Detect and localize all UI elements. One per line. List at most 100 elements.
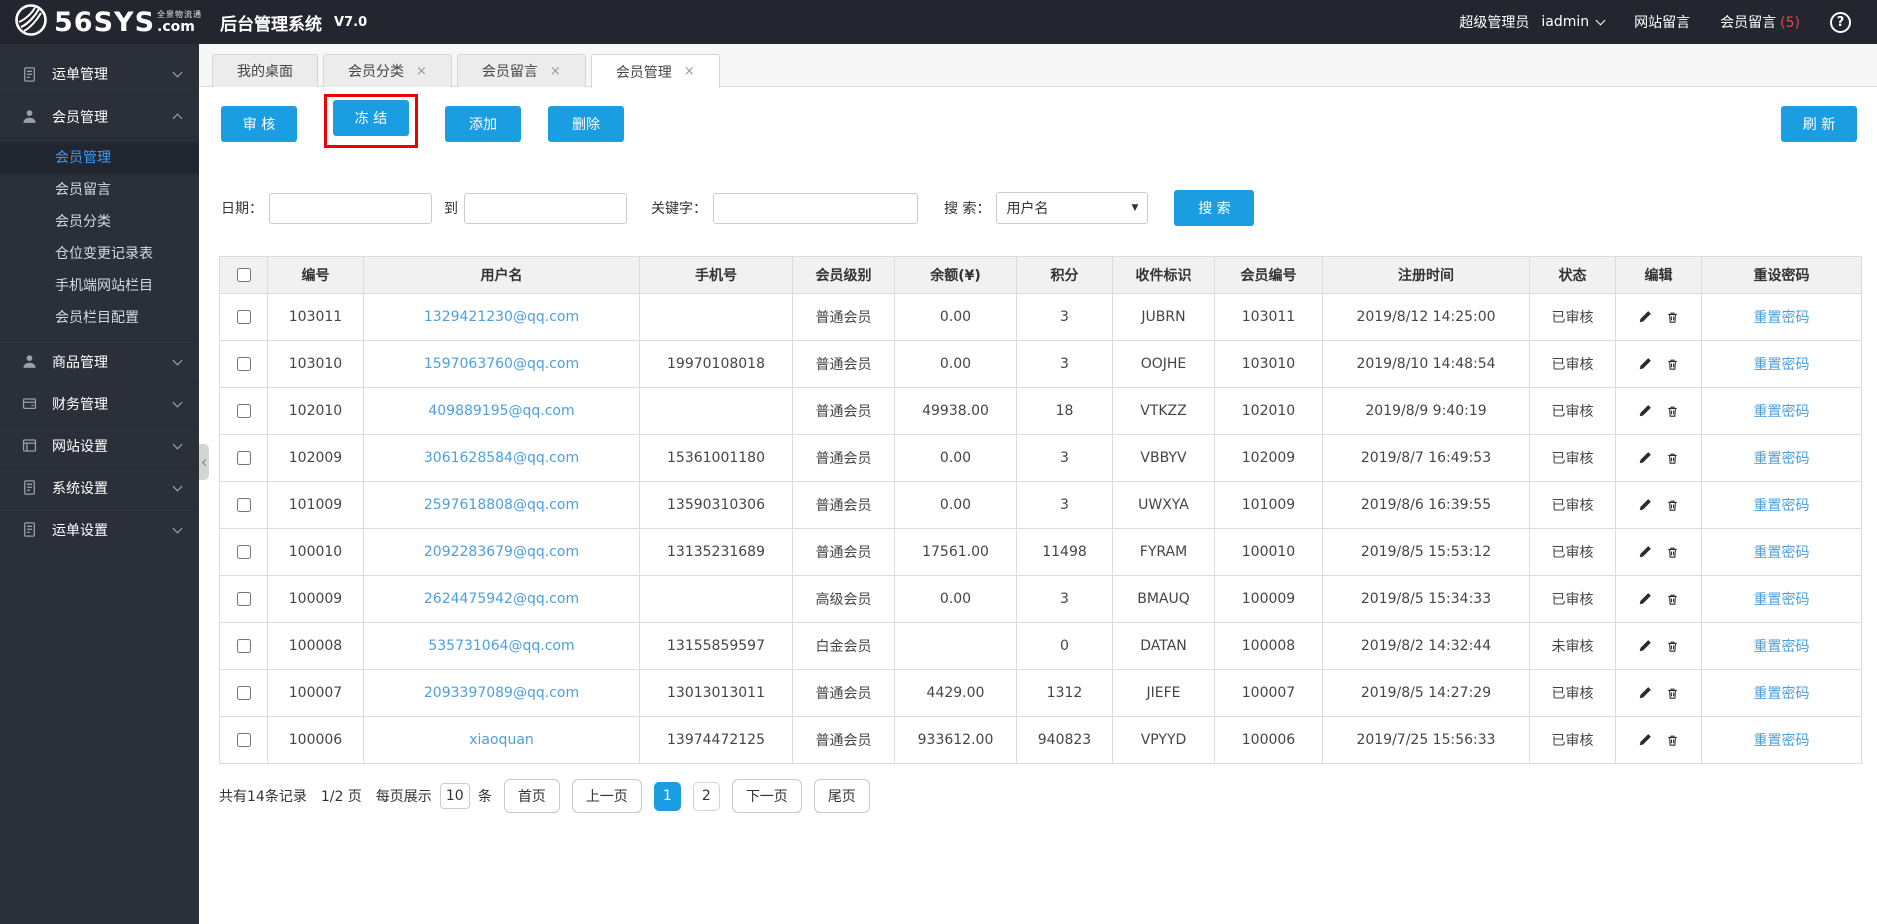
edit-pencil-icon[interactable] xyxy=(1631,544,1659,560)
edit-pencil-icon[interactable] xyxy=(1631,497,1659,513)
edit-pencil-icon[interactable] xyxy=(1631,450,1659,466)
delete-trash-icon[interactable] xyxy=(1659,309,1686,325)
reset-password-link[interactable]: 重置密码 xyxy=(1754,686,1810,702)
edit-pencil-icon[interactable] xyxy=(1631,309,1659,325)
delete-button[interactable]: 删除 xyxy=(548,106,624,142)
sidebar-item-5[interactable]: 网站设置 xyxy=(0,424,199,466)
username-link[interactable]: 1597063760@qq.com xyxy=(424,356,579,372)
delete-trash-icon[interactable] xyxy=(1659,544,1686,560)
username-link[interactable]: 535731064@qq.com xyxy=(428,638,574,654)
delete-trash-icon[interactable] xyxy=(1659,732,1686,748)
page-number-2[interactable]: 2 xyxy=(692,781,720,811)
sidebar-item-3[interactable]: 商品管理 xyxy=(0,340,199,382)
delete-trash-icon[interactable] xyxy=(1659,638,1686,654)
date-to-input[interactable] xyxy=(464,192,627,224)
tab-close-icon[interactable]: × xyxy=(684,64,695,79)
edit-pencil-icon[interactable] xyxy=(1631,638,1659,654)
row-checkbox[interactable] xyxy=(237,309,251,324)
edit-pencil-icon[interactable] xyxy=(1631,685,1659,701)
sidebar-item-7[interactable]: 运单设置 xyxy=(0,508,199,550)
tab-1[interactable]: 我的桌面 xyxy=(212,54,318,87)
next-page-button[interactable]: 下一页 xyxy=(731,779,802,813)
edit-pencil-icon[interactable] xyxy=(1631,732,1659,748)
row-checkbox[interactable] xyxy=(237,685,251,700)
tab-3[interactable]: 会员留言 × xyxy=(456,54,586,87)
reset-password-link[interactable]: 重置密码 xyxy=(1754,451,1810,467)
reset-password-link[interactable]: 重置密码 xyxy=(1754,639,1810,655)
user-dropdown[interactable]: 超级管理员 iadmin xyxy=(1459,12,1606,32)
select-all-checkbox[interactable] xyxy=(237,267,251,282)
sidebar-subitem[interactable]: 会员留言 xyxy=(0,174,199,206)
sidebar-subitem-active[interactable]: 会员管理 xyxy=(0,142,199,174)
sidebar-item-4[interactable]: 财务管理 xyxy=(0,382,199,424)
edit-pencil-icon[interactable] xyxy=(1631,591,1659,607)
audit-button[interactable]: 审 核 xyxy=(221,106,297,142)
edit-pencil-icon[interactable] xyxy=(1631,356,1659,372)
site-messages-link[interactable]: 网站留言 xyxy=(1634,12,1690,32)
reset-password-link[interactable]: 重置密码 xyxy=(1754,310,1810,326)
row-checkbox[interactable] xyxy=(237,356,251,371)
row-checkbox[interactable] xyxy=(237,638,251,653)
username-link[interactable]: 3061628584@qq.com xyxy=(424,450,579,466)
row-checkbox[interactable] xyxy=(237,450,251,465)
cell-username: 3061628584@qq.com xyxy=(363,434,640,482)
refresh-button[interactable]: 刷 新 xyxy=(1781,106,1857,142)
page-number-1-active[interactable]: 1 xyxy=(653,781,681,811)
delete-trash-icon[interactable] xyxy=(1659,356,1686,372)
delete-trash-icon[interactable] xyxy=(1659,497,1686,513)
reset-password-link[interactable]: 重置密码 xyxy=(1754,404,1810,420)
edit-pencil-icon[interactable] xyxy=(1631,403,1659,419)
row-checkbox[interactable] xyxy=(237,732,251,747)
delete-trash-icon[interactable] xyxy=(1659,403,1686,419)
sidebar-item-2[interactable]: 会员管理 xyxy=(0,95,199,137)
per-page-input[interactable]: 10 xyxy=(439,783,470,809)
row-checkbox[interactable] xyxy=(237,591,251,606)
cell-status: 已审核 xyxy=(1529,669,1616,717)
prev-page-button[interactable]: 上一页 xyxy=(571,779,642,813)
tab-close-icon[interactable]: × xyxy=(550,64,561,79)
tab-4-active[interactable]: 会员管理 × xyxy=(590,54,720,88)
table-row: 100009 2624475942@qq.com 高级会员 0.00 3 BMAUQ 100… xyxy=(219,575,1862,623)
search-button[interactable]: 搜 索 xyxy=(1174,190,1255,226)
row-checkbox[interactable] xyxy=(237,544,251,559)
cell-code: JUBRN xyxy=(1112,293,1215,341)
cell-reset: 重置密码 xyxy=(1701,481,1862,529)
search-field-select[interactable]: 用户名 ▼ xyxy=(996,192,1149,224)
sidebar-collapse-handle[interactable] xyxy=(199,444,209,480)
last-page-button[interactable]: 尾页 xyxy=(813,779,870,813)
username-link[interactable]: 2624475942@qq.com xyxy=(424,591,579,607)
sidebar-subitem[interactable]: 会员栏目配置 xyxy=(0,302,199,334)
sidebar-item-1[interactable]: 运单管理 xyxy=(0,53,199,95)
reset-password-link[interactable]: 重置密码 xyxy=(1754,733,1810,749)
reset-password-link[interactable]: 重置密码 xyxy=(1754,498,1810,514)
member-messages-link[interactable]: 会员留言 (5) xyxy=(1720,12,1800,32)
username-link[interactable]: 409889195@qq.com xyxy=(428,403,574,419)
tab-close-icon[interactable]: × xyxy=(416,64,427,79)
sidebar-subitem[interactable]: 手机端网站栏目 xyxy=(0,270,199,302)
sidebar-item-6[interactable]: 系统设置 xyxy=(0,466,199,508)
username-link[interactable]: xiaoquan xyxy=(469,732,534,748)
sidebar-subitem[interactable]: 仓位变更记录表 xyxy=(0,238,199,270)
delete-trash-icon[interactable] xyxy=(1659,591,1686,607)
add-button[interactable]: 添加 xyxy=(445,106,521,142)
document-icon xyxy=(20,479,38,496)
delete-trash-icon[interactable] xyxy=(1659,685,1686,701)
reset-password-link[interactable]: 重置密码 xyxy=(1754,545,1810,561)
sidebar-subitem[interactable]: 会员分类 xyxy=(0,206,199,238)
row-checkbox[interactable] xyxy=(237,497,251,512)
keyword-input[interactable] xyxy=(713,192,918,224)
help-icon[interactable]: ? xyxy=(1830,11,1851,33)
username-link[interactable]: 2597618808@qq.com xyxy=(424,497,579,513)
reset-password-link[interactable]: 重置密码 xyxy=(1754,357,1810,373)
tab-2[interactable]: 会员分类 × xyxy=(323,54,452,87)
username-link[interactable]: 1329421230@qq.com xyxy=(424,309,579,325)
first-page-button[interactable]: 首页 xyxy=(503,779,560,813)
date-from-input[interactable] xyxy=(269,192,432,224)
reset-password-link[interactable]: 重置密码 xyxy=(1754,592,1810,608)
delete-trash-icon[interactable] xyxy=(1659,450,1686,466)
row-checkbox[interactable] xyxy=(237,403,251,418)
username-link[interactable]: 2092283679@qq.com xyxy=(424,544,579,560)
freeze-button[interactable]: 冻 结 xyxy=(333,100,409,136)
username-link[interactable]: 2093397089@qq.com xyxy=(424,685,579,701)
chevron-up-icon xyxy=(172,113,183,124)
